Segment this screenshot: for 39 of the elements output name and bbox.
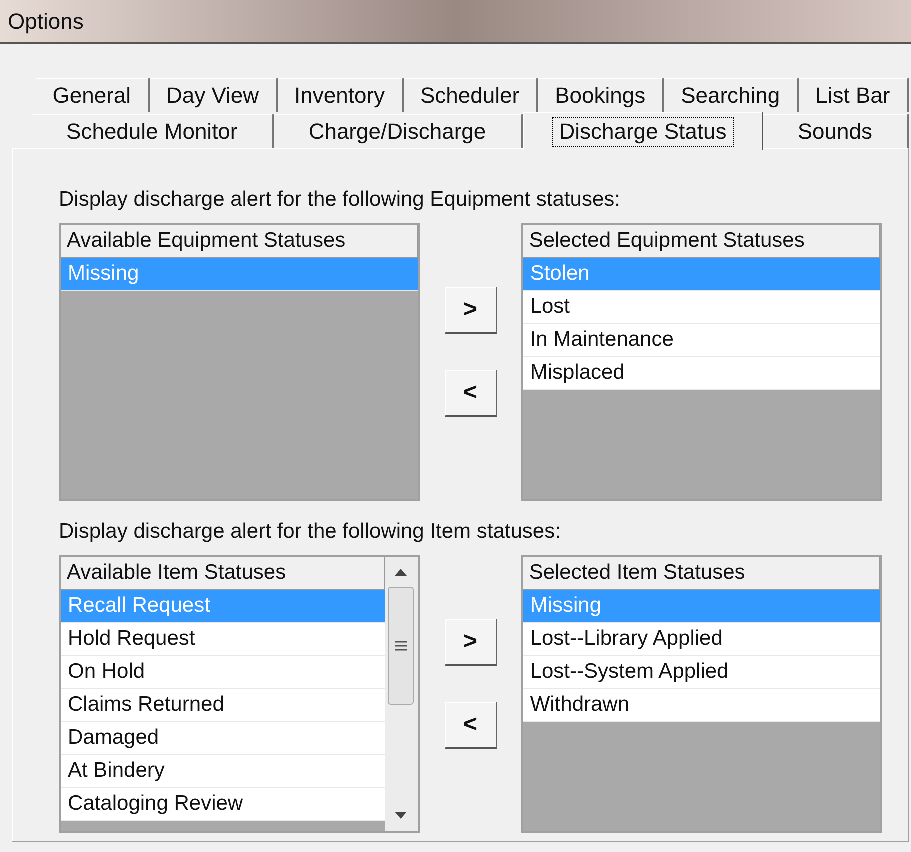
tab[interactable]: List Bar [798,78,909,112]
move-button[interactable]: < [444,702,496,749]
move-button[interactable]: > [444,619,496,666]
grip-icon [395,641,408,651]
column-header[interactable]: Selected Item Statuses [523,557,880,590]
list-item[interactable]: Lost [523,291,880,324]
tab[interactable]: Inventory [278,78,404,112]
section-label: Display discharge alert for the following Equipment statuses: [59,187,622,213]
list-item[interactable]: Claims Returned [61,689,385,722]
move-button[interactable]: < [444,370,496,417]
list-item[interactable]: Lost--Library Applied [523,623,880,656]
tab[interactable]: Discharge Status [522,112,764,150]
column-header[interactable]: Available Equipment Statuses [61,225,418,258]
column-header[interactable]: Available Item Statuses [61,557,385,590]
list-item[interactable]: At Bindery [61,755,385,788]
tab[interactable]: Bookings [538,78,664,112]
list-item[interactable]: In Maintenance [523,324,880,357]
tab[interactable]: Sounds [763,114,909,148]
tab[interactable]: Scheduler [404,78,538,112]
move-button[interactable]: > [444,287,496,334]
window-title: Options [8,8,84,36]
list-item[interactable]: Hold Request [61,623,385,656]
list-item[interactable]: Cataloging Review [61,788,385,821]
column-header[interactable]: Selected Equipment Statuses [523,225,880,258]
tab[interactable]: Charge/Discharge [274,114,523,148]
list-item[interactable]: Misplaced [523,357,880,390]
tab[interactable]: Schedule Monitor [32,114,274,148]
scrollbar[interactable] [384,557,418,831]
list-item[interactable]: Damaged [61,722,385,755]
scroll-up-icon[interactable] [395,569,408,576]
tab[interactable]: General [36,78,150,112]
list-item[interactable]: Lost--System Applied [523,656,880,689]
scrollbar-thumb[interactable] [388,587,414,705]
tab[interactable]: Searching [664,78,799,112]
list-item[interactable]: Withdrawn [523,689,880,722]
list-item[interactable]: On Hold [61,656,385,689]
tab[interactable]: Day View [150,78,278,112]
scroll-down-icon[interactable] [395,812,408,819]
section-label: Display discharge alert for the following Item statuses: [59,519,562,545]
